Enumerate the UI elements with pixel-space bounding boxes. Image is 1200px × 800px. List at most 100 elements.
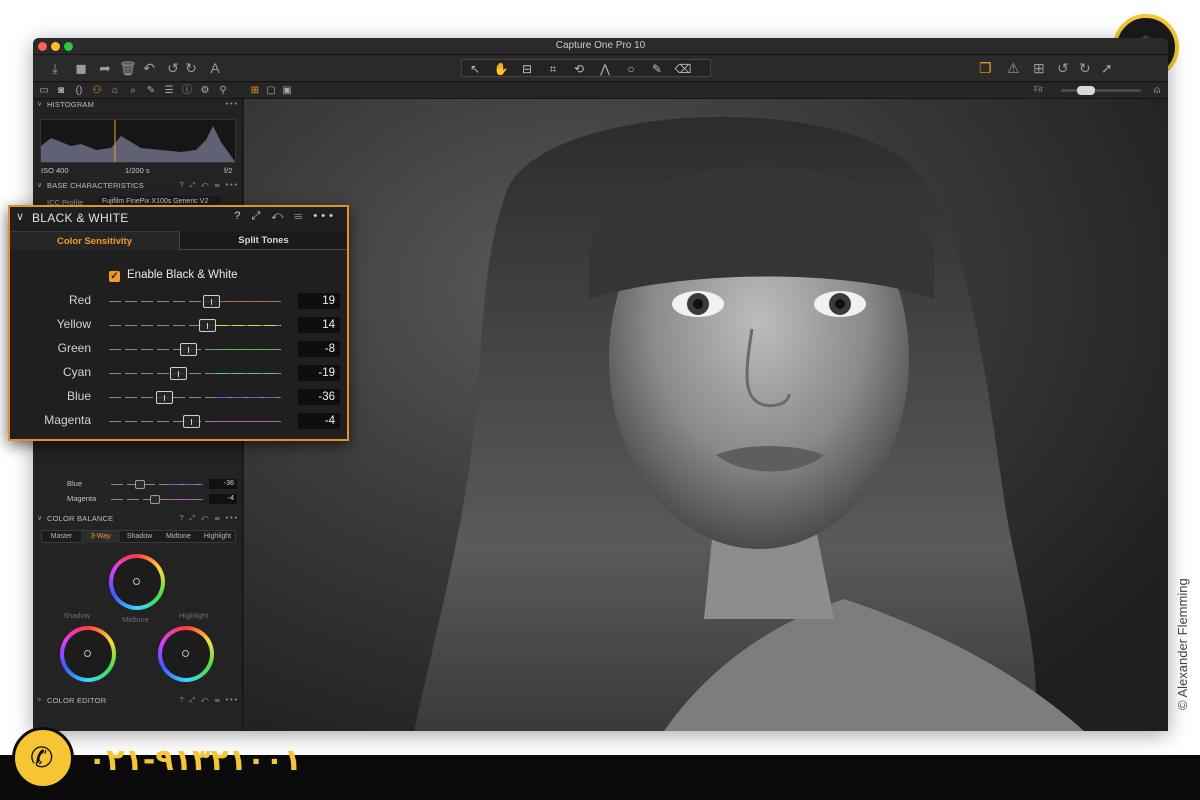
mini-blue-knob[interactable]	[135, 480, 145, 489]
yellow-value[interactable]: 14	[298, 317, 340, 333]
color-tab-icon[interactable]: ⚇	[91, 85, 103, 97]
color-editor-header[interactable]: > COLOR EDITOR ? ⤢ ↶ ☰ •••	[33, 695, 243, 707]
text-icon[interactable]: A	[207, 59, 223, 77]
chevron-down-icon: ∨	[37, 182, 43, 189]
rotate-tool-icon[interactable]: ⟲	[566, 61, 592, 77]
yellow-slider-knob[interactable]	[199, 319, 216, 332]
tab-shadow[interactable]: Shadow	[120, 531, 159, 543]
cyan-value[interactable]: -19	[298, 365, 340, 381]
color-balance-header[interactable]: ∨ COLOR BALANCE ? ⤢ ↶ ☰ •••	[33, 513, 243, 525]
capture-tab-icon[interactable]: ◙	[55, 85, 67, 97]
tab-master[interactable]: Master	[42, 531, 81, 543]
compare-view-icon[interactable]: ▣	[281, 85, 293, 97]
shadow-wheel-handle[interactable]	[84, 650, 91, 657]
metadata-tab-icon[interactable]: ☰	[163, 85, 175, 97]
highlight-color-wheel[interactable]	[158, 626, 214, 682]
lens-tab-icon[interactable]: ()	[73, 85, 85, 97]
highlight-wheel-handle[interactable]	[182, 650, 189, 657]
blue-slider-knob[interactable]	[156, 391, 173, 404]
slider-color-segment	[216, 325, 281, 326]
loupe-tool-icon[interactable]: ⊟	[514, 61, 540, 77]
mini-magenta-value[interactable]: -4	[209, 494, 237, 504]
settings-tab-icon[interactable]: ⚙	[199, 85, 211, 97]
camera-icon[interactable]: ◼	[73, 59, 89, 77]
rotate-right-icon[interactable]: ↻	[1079, 59, 1091, 77]
local-adjust-tab-icon[interactable]: ✎	[145, 85, 157, 97]
move-to-icon[interactable]: ➦	[97, 59, 113, 77]
mini-blue-slider[interactable]	[111, 480, 203, 489]
import-icon[interactable]: ⤓	[47, 59, 63, 77]
cyan-slider-knob[interactable]	[170, 367, 187, 380]
grid-view-icon[interactable]: ⊞	[249, 85, 261, 97]
green-slider-knob[interactable]	[180, 343, 197, 356]
zoom-slider[interactable]	[1061, 86, 1141, 95]
brush-tool-icon[interactable]: ✎	[644, 61, 670, 77]
red-slider-knob[interactable]	[203, 295, 220, 308]
mini-blue-value[interactable]: -36	[209, 479, 237, 489]
blue-value[interactable]: -36	[298, 389, 340, 405]
panel-tools-icon[interactable]: ? ⤢ ↶ ☰ •••	[180, 180, 239, 192]
phone-badge[interactable]: ✆	[12, 727, 74, 789]
library-tab-icon[interactable]: ▭	[38, 85, 50, 97]
tab-split-tones[interactable]: Split Tones	[180, 231, 347, 250]
enable-bw-checkbox[interactable]: ✓	[109, 271, 120, 282]
stack-icon[interactable]: ❐	[979, 59, 992, 77]
red-value[interactable]: 19	[298, 293, 340, 309]
base-characteristics-header[interactable]: ∨ BASE CHARACTERISTICS ? ⤢ ↶ ☰ •••	[33, 180, 243, 192]
midtone-color-wheel[interactable]	[109, 554, 165, 610]
reset-icon[interactable]: ↶	[141, 59, 157, 77]
bw-portrait-photo	[244, 99, 1168, 731]
panel-tools-icon[interactable]: ? ⤢ ↶ ☰ •••	[180, 695, 239, 707]
cursor-icon[interactable]: ➚	[1101, 59, 1113, 77]
spot-tool-icon[interactable]: ○	[618, 61, 644, 77]
mini-magenta-knob[interactable]	[150, 495, 160, 504]
tab-color-sensitivity[interactable]: Color Sensitivity	[10, 231, 180, 250]
magenta-label: Magenta	[44, 413, 91, 427]
grid-icon[interactable]: ⊞	[1033, 59, 1045, 77]
single-view-icon[interactable]: ▢	[265, 85, 277, 97]
rotate-left-icon[interactable]: ↺	[1057, 59, 1069, 77]
shadow-color-wheel[interactable]	[60, 626, 116, 682]
pan-tool-icon[interactable]: ✋	[488, 61, 514, 77]
main-toolbar: ⤓ ◼ ➦ 🗑 ↶ ↺ ↻ A ↖ ✋ ⊟ ⌗ ⟲ ⋀ ○ ✎ ⌫ ❐ ⚠ ⊞ ↺ ↻ ➚	[33, 55, 1168, 82]
magenta-value[interactable]: -4	[298, 413, 340, 429]
select-tool-icon[interactable]: ↖	[462, 61, 488, 77]
tab-3-way[interactable]: 3-Way	[81, 531, 120, 543]
green-value[interactable]: -8	[298, 341, 340, 357]
magenta-slider[interactable]	[109, 415, 281, 428]
chevron-down-icon[interactable]: ∨	[16, 210, 24, 223]
yellow-slider[interactable]	[109, 319, 281, 332]
batch-tab-icon[interactable]: ⚲	[217, 85, 229, 97]
blue-slider[interactable]	[109, 391, 281, 404]
bw-tabs: Color Sensitivity Split Tones	[10, 231, 347, 250]
red-slider[interactable]	[109, 295, 281, 308]
tab-highlight[interactable]: Highlight	[198, 531, 237, 543]
cyan-slider[interactable]	[109, 367, 281, 380]
exposure-tab-icon[interactable]: ⌂	[109, 85, 121, 97]
warning-icon[interactable]: ⚠	[1007, 59, 1020, 77]
mini-magenta-slider[interactable]	[111, 495, 203, 504]
portrait-illustration	[414, 116, 1084, 731]
more-options-icon[interactable]: •••	[226, 99, 239, 111]
keystone-tool-icon[interactable]: ⋀	[592, 61, 618, 77]
green-slider[interactable]	[109, 343, 281, 356]
magenta-slider-knob[interactable]	[183, 415, 200, 428]
undo-icon[interactable]: ↺	[165, 59, 181, 77]
histogram-header[interactable]: ∨ HISTOGRAM •••	[33, 99, 243, 111]
details-tab-icon[interactable]: ⌕	[127, 85, 139, 97]
output-tab-icon[interactable]: ⓘ	[181, 85, 193, 97]
zoom-slider-knob[interactable]	[1077, 86, 1095, 95]
phone-number[interactable]: ۰۲۱-۹۱۳۲۱۰۰۱	[88, 743, 302, 778]
bw-panel-tools-icon[interactable]: ? ⤢ ↶ ☰ •••	[234, 210, 337, 223]
midtone-wheel-handle[interactable]	[133, 578, 140, 585]
image-viewer[interactable]	[244, 99, 1168, 731]
crop-tool-icon[interactable]: ⌗	[540, 61, 566, 77]
tab-midtone[interactable]: Midtone	[159, 531, 198, 543]
trash-icon[interactable]: 🗑	[119, 59, 137, 77]
photo-copyright: © Alexander Flemming	[1175, 578, 1190, 710]
panel-tools-icon[interactable]: ? ⤢ ↶ ☰ •••	[180, 513, 239, 525]
redo-icon[interactable]: ↻	[183, 59, 199, 77]
user-icon[interactable]: ⍝	[1151, 85, 1163, 97]
eraser-tool-icon[interactable]: ⌫	[670, 61, 696, 77]
histogram-graph	[41, 120, 235, 162]
